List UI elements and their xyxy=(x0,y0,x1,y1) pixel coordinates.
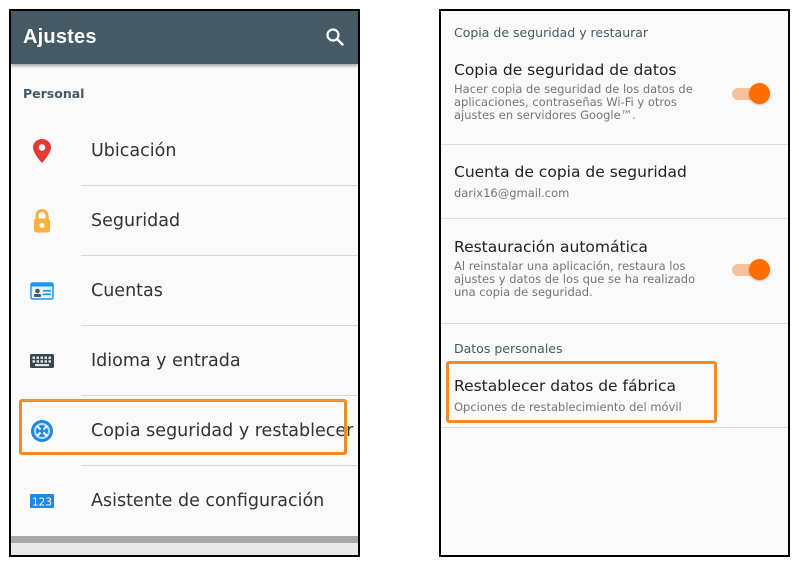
backup-data-toggle[interactable] xyxy=(732,83,770,104)
auto-restore-desc-line-3: una copia de seguridad. xyxy=(454,285,593,299)
bottom-edge xyxy=(11,536,358,543)
accounts-card-icon xyxy=(30,282,54,300)
divider xyxy=(441,323,788,324)
page-title: Ajustes xyxy=(23,26,97,48)
backup-data-desc-line-3: ajustes en servidores Google™. xyxy=(454,108,636,122)
divider xyxy=(441,218,788,219)
backup-data-title: Copia de seguridad de datos xyxy=(454,61,677,79)
settings-panel: Ajustes Personal Ubicación Seguridad Cue… xyxy=(9,9,360,557)
highlight-box xyxy=(446,361,717,423)
padlock-icon xyxy=(34,208,50,233)
backup-settings-panel: Copia de seguridad y restaurar Copia de … xyxy=(439,9,790,557)
section-header-backup: Copia de seguridad y restaurar xyxy=(454,25,649,40)
app-bar: Ajustes xyxy=(11,11,358,64)
settings-item-label: Seguridad xyxy=(91,211,181,231)
section-header-personal: Personal xyxy=(23,86,85,101)
auto-restore-toggle[interactable] xyxy=(732,259,770,280)
settings-item-label: Asistente de configuración xyxy=(91,491,325,511)
setup-wizard-123-icon: 123 xyxy=(30,494,54,508)
settings-item-label: Idioma y entrada xyxy=(91,351,241,371)
settings-item-label: Cuentas xyxy=(91,281,163,301)
divider xyxy=(441,427,788,428)
backup-account-email: darix16@gmail.com xyxy=(454,186,570,200)
settings-item-location[interactable]: Ubicación xyxy=(11,116,358,186)
settings-item-security[interactable]: Seguridad xyxy=(11,186,358,256)
settings-item-label: Ubicación xyxy=(91,141,177,161)
location-pin-icon xyxy=(33,139,51,163)
toggle-thumb xyxy=(749,83,770,104)
toggle-thumb xyxy=(749,259,770,280)
backup-account-title: Cuenta de copia de seguridad xyxy=(454,163,687,181)
settings-item-setup-wizard[interactable]: 123 Asistente de configuración xyxy=(11,466,358,536)
svg-text:123: 123 xyxy=(32,496,52,508)
settings-item-accounts[interactable]: Cuentas xyxy=(11,256,358,326)
divider xyxy=(441,144,788,145)
search-icon[interactable] xyxy=(325,27,345,47)
settings-item-language-input[interactable]: Idioma y entrada xyxy=(11,326,358,396)
keyboard-icon xyxy=(30,354,54,368)
highlight-box xyxy=(19,399,347,455)
auto-restore-title: Restauración automática xyxy=(454,238,648,256)
section-header-personal-data: Datos personales xyxy=(454,341,563,356)
bottom-area xyxy=(11,543,358,555)
